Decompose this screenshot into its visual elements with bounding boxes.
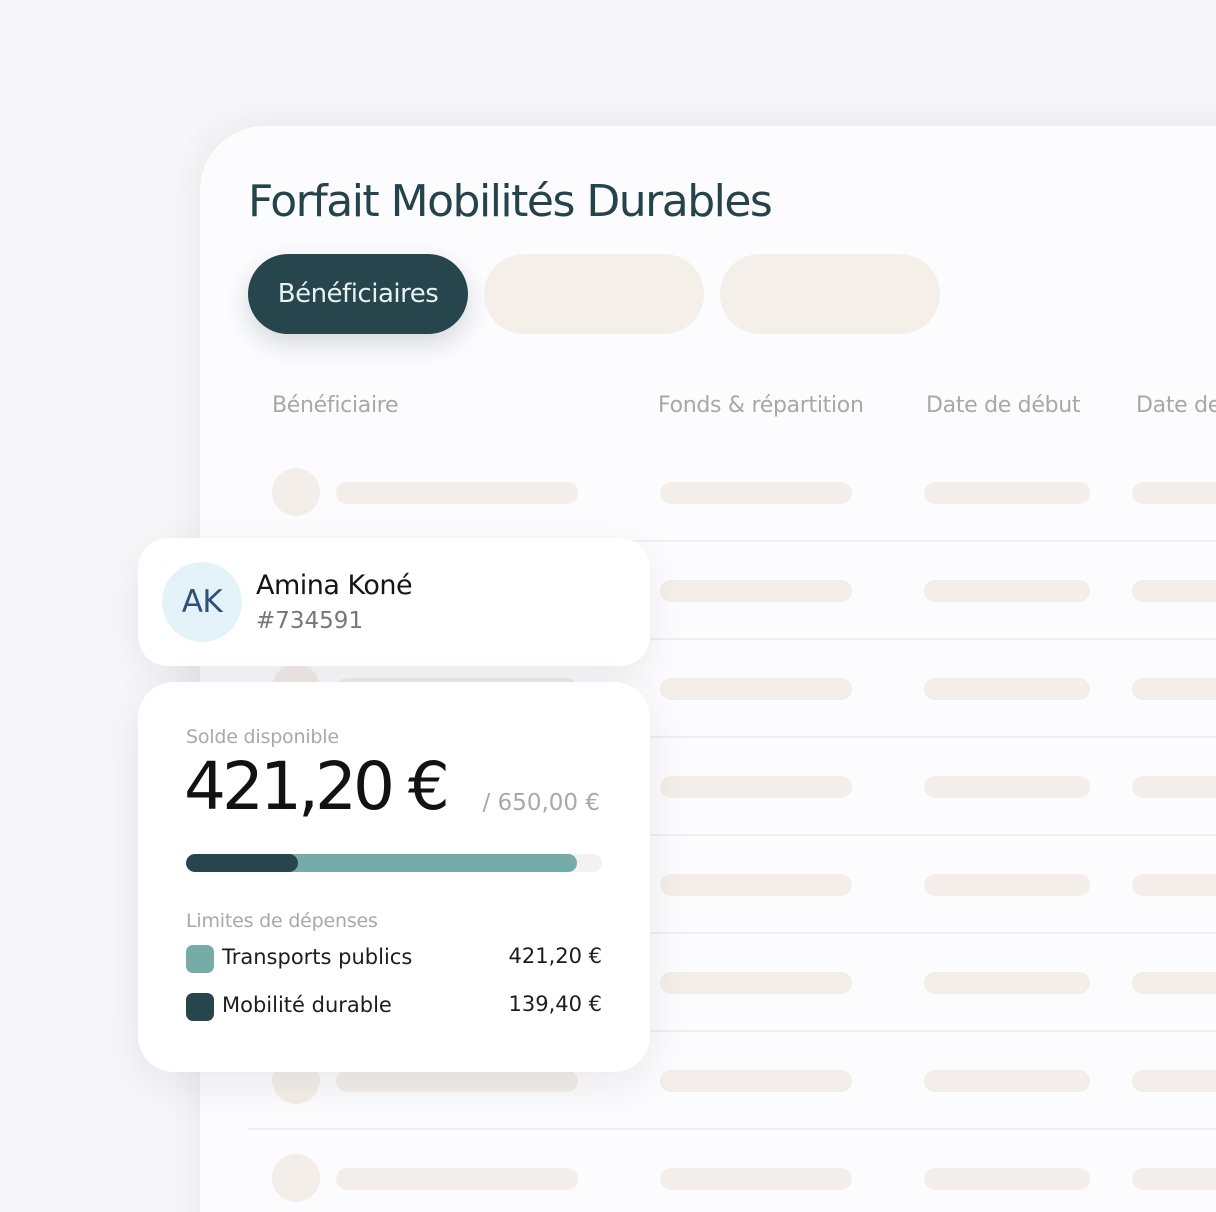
skeleton-date-debut <box>924 580 1090 602</box>
skeleton-name <box>336 1168 578 1190</box>
column-header-date-debut[interactable]: Date de début <box>926 393 1081 418</box>
balance-total: / 650,00 € <box>482 790 600 816</box>
skeleton-fonds <box>660 580 852 602</box>
balance-card: Solde disponible 421,20 € / 650,00 € Lim… <box>138 682 650 1072</box>
skeleton-date-debut <box>924 776 1090 798</box>
skeleton-date-debut <box>924 874 1090 896</box>
limit-value: 139,40 € <box>508 992 602 1016</box>
skeleton-name <box>336 482 578 504</box>
skeleton-fonds <box>660 1070 852 1092</box>
skeleton-date-debut <box>924 972 1090 994</box>
limit-value: 421,20 € <box>508 944 602 968</box>
skeleton-date-debut <box>924 1070 1090 1092</box>
table-row[interactable] <box>248 1130 1216 1212</box>
user-id: #734591 <box>256 608 364 634</box>
limit-row-transports: Transports publics 421,20 € <box>186 944 602 974</box>
progress-dark-segment <box>186 854 299 872</box>
balance-label: Solde disponible <box>186 726 339 748</box>
limits-label: Limites de dépenses <box>186 910 378 932</box>
skeleton-fonds <box>660 1168 852 1190</box>
column-header-fonds[interactable]: Fonds & répartition <box>658 393 864 418</box>
skeleton-date-fin <box>1132 776 1216 798</box>
skeleton-date-fin <box>1132 874 1216 896</box>
tab-placeholder[interactable] <box>484 254 704 334</box>
table-row[interactable] <box>248 444 1216 542</box>
skeleton-fonds <box>660 678 852 700</box>
dark-swatch-icon <box>186 993 214 1021</box>
skeleton-name <box>336 1070 578 1092</box>
page: Forfait Mobilités Durables Bénéficiaires… <box>0 0 1216 1212</box>
skeleton-date-debut <box>924 678 1090 700</box>
tab-placeholder[interactable] <box>720 254 940 334</box>
limit-row-mobilite: Mobilité durable 139,40 € <box>186 992 602 1022</box>
balance-progress-bar <box>186 854 602 872</box>
skeleton-fonds <box>660 874 852 896</box>
column-header-date-fin[interactable]: Date de <box>1136 393 1216 418</box>
page-title: Forfait Mobilités Durables <box>248 176 773 227</box>
tab-beneficiaires[interactable]: Bénéficiaires <box>248 254 468 334</box>
teal-swatch-icon <box>186 945 214 973</box>
skeleton-date-fin <box>1132 580 1216 602</box>
skeleton-avatar <box>272 468 320 516</box>
skeleton-fonds <box>660 776 852 798</box>
limit-label: Transports publics <box>222 945 413 969</box>
skeleton-date-fin <box>1132 972 1216 994</box>
user-name: Amina Koné <box>256 570 413 601</box>
skeleton-avatar <box>272 1154 320 1202</box>
column-header-beneficiaire[interactable]: Bénéficiaire <box>272 393 399 418</box>
user-card[interactable]: AK Amina Koné #734591 <box>138 538 650 666</box>
skeleton-date-fin <box>1132 482 1216 504</box>
skeleton-date-fin <box>1132 678 1216 700</box>
skeleton-date-debut <box>924 482 1090 504</box>
limit-label: Mobilité durable <box>222 993 392 1017</box>
balance-amount: 421,20 € <box>184 748 450 825</box>
avatar: AK <box>162 562 242 642</box>
skeleton-date-fin <box>1132 1168 1216 1190</box>
skeleton-fonds <box>660 482 852 504</box>
skeleton-date-fin <box>1132 1070 1216 1092</box>
skeleton-date-debut <box>924 1168 1090 1190</box>
skeleton-fonds <box>660 972 852 994</box>
